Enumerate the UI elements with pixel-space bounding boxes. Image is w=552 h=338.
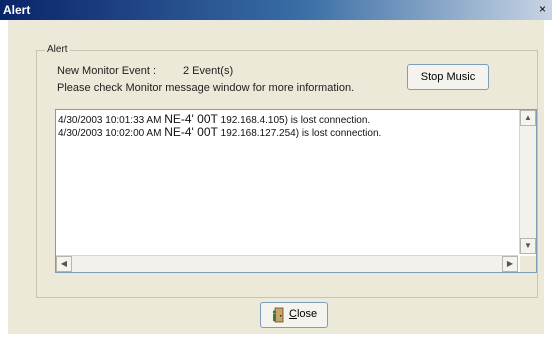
log-detail: 192.168.127.254) is lost connection.	[220, 128, 382, 139]
alert-dialog: Alert New Monitor Event : 2 Event(s) Ple…	[8, 20, 544, 334]
alert-groupbox: Alert New Monitor Event : 2 Event(s) Ple…	[36, 44, 538, 298]
group-label: Alert	[45, 44, 70, 55]
close-button[interactable]: Close	[260, 302, 328, 328]
events-count: 2 Event(s)	[183, 65, 234, 77]
log-timestamp: 4/30/2003 10:02:00 AM	[58, 128, 162, 139]
arrow-up-icon[interactable]: ▲	[520, 110, 536, 126]
vertical-scrollbar[interactable]: ▲ ▼	[519, 110, 536, 254]
title-bar: Alert ×	[0, 0, 552, 20]
close-button-label: Close	[289, 308, 318, 320]
log-line: 4/30/2003 10:01:33 AM NE-4' 00T 192.168.…	[58, 112, 370, 126]
door-exit-icon	[272, 307, 284, 323]
arrow-down-icon[interactable]: ▼	[520, 238, 536, 254]
info-message: Please check Monitor message window for …	[57, 82, 355, 94]
scrollbar-corner	[520, 256, 536, 272]
horizontal-scrollbar[interactable]: ◀ ▶	[56, 255, 518, 272]
log-ne: NE-4' 00T	[164, 125, 218, 139]
log-ne: NE-4' 00T	[164, 112, 218, 126]
window-close-icon[interactable]: ×	[535, 2, 550, 17]
arrow-right-icon[interactable]: ▶	[502, 256, 518, 272]
events-label: New Monitor Event :	[57, 65, 157, 77]
event-log-box[interactable]: 4/30/2003 10:01:33 AM NE-4' 00T 192.168.…	[55, 109, 537, 273]
arrow-left-icon[interactable]: ◀	[56, 256, 72, 272]
window-title: Alert	[3, 3, 31, 17]
log-line: 4/30/2003 10:02:00 AM NE-4' 00T 192.168.…	[58, 125, 381, 139]
events-row: New Monitor Event : 2 Event(s)	[57, 65, 233, 77]
stop-music-button[interactable]: Stop Music	[407, 64, 489, 90]
